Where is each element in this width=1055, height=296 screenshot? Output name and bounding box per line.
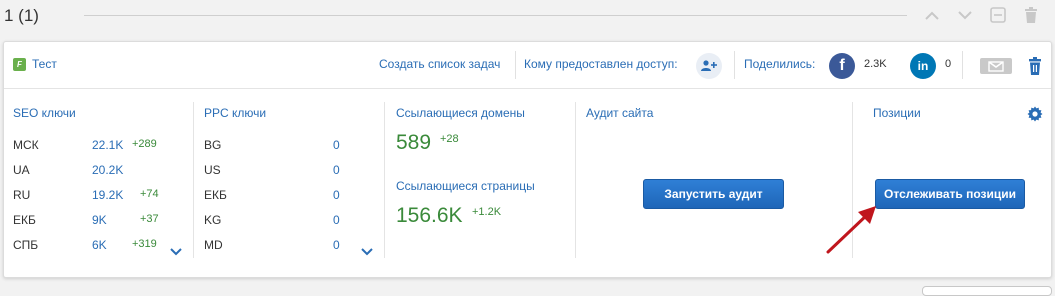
bottom-control[interactable] [922,286,1052,296]
ppc-count[interactable]: 0 [333,238,340,252]
project-card-header: F Тест Создать список задач Кому предост… [4,42,1051,89]
ppc-count[interactable]: 0 [333,188,340,202]
add-user-icon[interactable] [696,53,722,79]
annotation-arrow-icon [826,206,876,254]
linkedin-icon[interactable]: in [910,53,936,79]
chevron-down-icon[interactable] [170,243,182,256]
track-positions-button[interactable]: Отслеживать позиции [875,179,1025,209]
seo-delta: +319 [132,238,157,250]
ppc-keys-title[interactable]: PPC ключи [204,106,266,120]
ppc-row[interactable]: BG 0 [204,138,394,154]
seo-row[interactable]: МСК 22.1K +289 [13,138,203,154]
delete-project-icon[interactable] [1028,57,1042,75]
seo-count[interactable]: 19.2K [92,188,123,202]
site-audit-title[interactable]: Аудит сайта [586,106,653,120]
linkedin-count: 0 [945,58,952,70]
section-divider [575,102,576,258]
seo-region: МСК [13,138,39,152]
facebook-count: 2.3K [864,58,887,70]
seo-keys-section: SEO ключи МСК 22.1K +289 UA 20.2K RU 19.2K +7… [13,90,193,278]
group-divider [84,15,907,16]
referring-pages-title[interactable]: Ссылающиеся страницы [396,179,535,193]
ppc-region: ЕКБ [204,188,227,202]
referring-domains-delta: +28 [440,133,459,145]
ppc-count[interactable]: 0 [333,163,340,177]
run-audit-button[interactable]: Запустить аудит [643,179,784,209]
seo-row[interactable]: ЕКБ 9K +37 [13,213,203,229]
chevron-down-icon[interactable] [361,243,373,256]
ppc-region: US [204,163,221,177]
project-name[interactable]: Тест [32,57,57,71]
site-audit-section: Аудит сайта Запустить аудит [586,90,846,278]
seo-region: RU [13,188,31,202]
seo-region: ЕКБ [13,213,36,227]
gear-icon[interactable] [1027,106,1043,122]
access-label: Кому предоставлен доступ: [524,57,678,71]
seo-count[interactable]: 9K [92,213,107,227]
project-card: F Тест Создать список задач Кому предост… [3,41,1052,278]
linkedin-letter: in [917,59,929,73]
create-tasks-link[interactable]: Создать список задач [379,57,500,71]
group-title: 1 (1) [4,6,39,25]
ppc-count[interactable]: 0 [333,213,340,227]
seo-region: СПБ [13,238,39,252]
seo-row[interactable]: UA 20.2K [13,163,203,179]
ppc-row[interactable]: KG 0 [204,213,394,229]
trash-icon[interactable] [1021,5,1041,25]
section-divider [193,102,194,258]
referring-pages-delta: +1.2K [472,206,502,218]
backlinks-section: Ссылающиеся домены 589 +28 Ссылающиеся с… [396,90,576,278]
ppc-count[interactable]: 0 [333,138,340,152]
seo-keys-title[interactable]: SEO ключи [13,106,76,120]
referring-domains-value[interactable]: 589 [396,131,431,155]
positions-section: Позиции Отслеживать позиции [873,90,1051,278]
header-divider [962,51,963,79]
project-favicon-icon: F [13,58,26,71]
chevron-down-icon[interactable] [955,5,975,25]
seo-delta: +74 [140,188,159,200]
ppc-region: MD [204,238,223,252]
referring-pages-value[interactable]: 156.6K [396,204,463,228]
section-divider [384,102,385,258]
chevron-up-icon[interactable] [922,5,942,25]
ppc-row[interactable]: US 0 [204,163,394,179]
ppc-region: KG [204,213,222,227]
email-icon[interactable] [980,58,1012,74]
seo-count[interactable]: 20.2K [92,163,123,177]
facebook-letter: f [839,57,845,74]
seo-region: UA [13,163,30,177]
seo-count[interactable]: 22.1K [92,138,123,152]
header-divider [734,51,735,79]
ppc-row[interactable]: ЕКБ 0 [204,188,394,204]
seo-row[interactable]: RU 19.2K +74 [13,188,203,204]
seo-delta: +37 [140,213,159,225]
ppc-region: BG [204,138,222,152]
collapse-icon[interactable] [988,5,1008,25]
ppc-keys-section: PPC ключи BG 0 US 0 ЕКБ 0 KG 0 MD 0 [204,90,384,278]
referring-domains-title[interactable]: Ссылающиеся домены [396,106,525,120]
seo-delta: +289 [132,138,157,150]
header-divider [515,51,516,79]
shared-label: Поделились: [744,57,816,71]
facebook-icon[interactable]: f [829,53,855,79]
group-header: 1 (1) [0,0,1055,34]
positions-title[interactable]: Позиции [873,106,921,120]
seo-count[interactable]: 6K [92,238,107,252]
